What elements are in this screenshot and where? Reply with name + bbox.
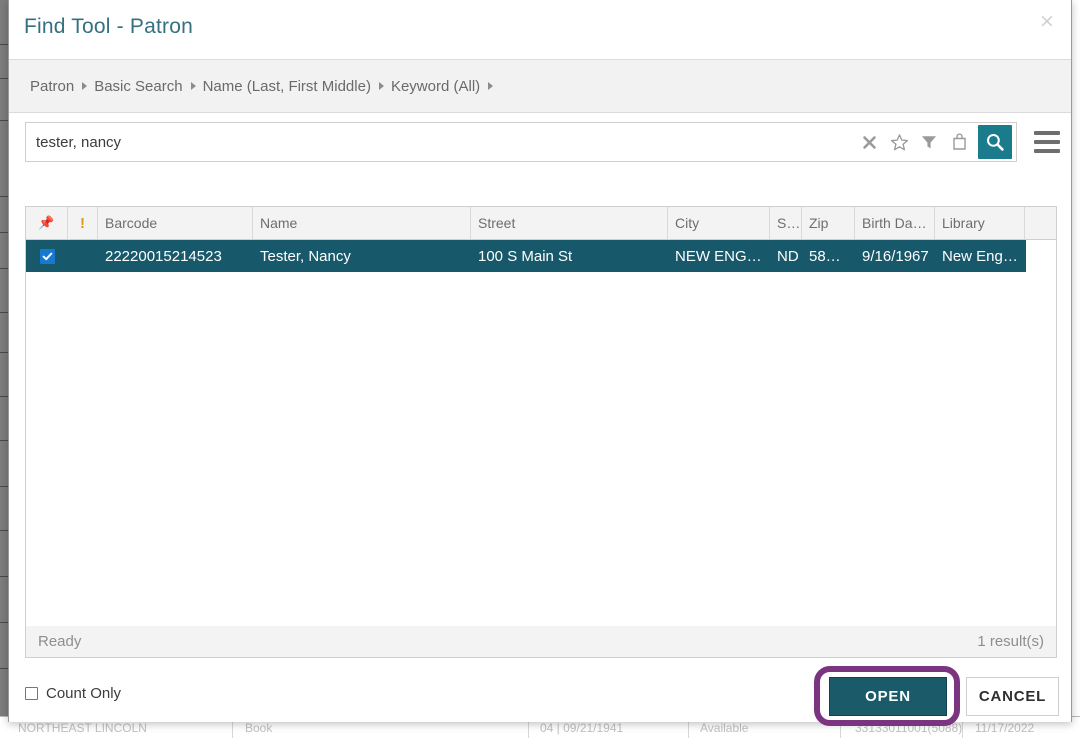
count-only-label: Count Only [46, 685, 122, 702]
grid-status-bar: Ready 1 result(s) [25, 626, 1057, 658]
row-select-cell[interactable] [26, 240, 68, 272]
chevron-right-icon [190, 82, 196, 90]
row-cell-barcode: 22220015214523 [105, 247, 222, 265]
grid-body: 22220015214523 Tester, Nancy 100 S Main … [26, 240, 1056, 657]
column-header-library[interactable]: Library [935, 207, 1025, 239]
breadcrumb-label: Patron [30, 77, 75, 95]
bag-icon[interactable] [944, 123, 974, 161]
column-header-street[interactable]: Street [471, 207, 668, 239]
favorite-star-icon[interactable] [884, 123, 914, 161]
bg-cell-detail: 04 | 09/21/1941 [540, 721, 624, 735]
cancel-button[interactable]: CANCEL [966, 677, 1059, 716]
results-grid: 📌 ! Barcode Name Street City S… Zip Birt… [25, 206, 1057, 658]
result-count: 1 result(s) [977, 633, 1044, 650]
background-left-row-lines [0, 0, 8, 738]
close-icon[interactable]: × [1035, 10, 1059, 34]
column-header-city[interactable]: City [668, 207, 770, 239]
breadcrumb-item-keyword[interactable]: Keyword (All) [390, 77, 494, 95]
search-row [9, 113, 1071, 171]
column-header-pin[interactable]: 📌 [26, 207, 68, 239]
row-cell-city: NEW ENG… [675, 247, 762, 265]
column-header-alert[interactable]: ! [68, 207, 98, 239]
column-header-extra[interactable] [1025, 207, 1056, 239]
chevron-right-icon [82, 82, 88, 90]
column-header-name[interactable]: Name [253, 207, 471, 239]
clear-icon[interactable] [854, 123, 884, 161]
search-box [25, 122, 1017, 162]
open-button[interactable]: OPEN [829, 677, 947, 716]
column-header-zip[interactable]: Zip [802, 207, 855, 239]
column-header-state[interactable]: S… [770, 207, 802, 239]
bg-cell-status: Available [700, 721, 749, 735]
pin-icon: 📌 [38, 215, 55, 230]
hamburger-menu-icon[interactable] [1034, 131, 1060, 153]
filter-icon[interactable] [914, 123, 944, 161]
dialog-titlebar: Find Tool - Patron × [9, 0, 1071, 60]
bg-cell-location: NORTHEAST LINCOLN [18, 721, 147, 735]
row-cell-street: 100 S Main St [478, 247, 573, 265]
search-icon[interactable] [978, 125, 1012, 159]
breadcrumb-item-patron[interactable]: Patron [30, 77, 88, 95]
row-cell-zip: 58… [809, 247, 841, 265]
grid-header-row: 📌 ! Barcode Name Street City S… Zip Birt… [26, 207, 1056, 240]
find-tool-dialog: Find Tool - Patron × Patron Basic Search… [8, 0, 1072, 726]
bg-cell-date: 11/17/2022 [975, 721, 1035, 735]
row-cell-library: New Eng… [942, 247, 1018, 265]
row-alert-cell [68, 240, 98, 272]
row-cell-name: Tester, Nancy [260, 247, 351, 265]
breadcrumb-label: Keyword (All) [390, 77, 481, 95]
chevron-right-icon [378, 82, 384, 90]
search-icon-group [854, 123, 1016, 161]
chevron-right-icon [488, 82, 494, 90]
status-text: Ready [38, 633, 82, 650]
breadcrumb-label: Name (Last, First Middle) [202, 77, 371, 95]
search-input[interactable] [26, 123, 854, 161]
column-header-barcode[interactable]: Barcode [98, 207, 253, 239]
bg-cell-type: Book [245, 721, 273, 735]
breadcrumb-item-name[interactable]: Name (Last, First Middle) [203, 78, 384, 95]
table-row[interactable]: 22220015214523 Tester, Nancy 100 S Main … [26, 240, 1026, 272]
row-cell-birth-date: 9/16/1967 [862, 247, 929, 265]
breadcrumb: Patron Basic Search Name (Last, First Mi… [9, 60, 1071, 113]
breadcrumb-item-basic-search[interactable]: Basic Search [94, 77, 196, 95]
alert-icon: ! [80, 214, 85, 232]
row-checkbox[interactable] [39, 248, 55, 264]
screen-root: NORTHEAST LINCOLN Book 04 | 09/21/1941 A… [0, 0, 1080, 738]
row-cell-state: ND [777, 247, 799, 265]
column-header-birth-date[interactable]: Birth Da… [855, 207, 935, 239]
breadcrumb-label: Basic Search [94, 77, 183, 95]
dialog-title: Find Tool - Patron [24, 15, 193, 38]
count-only-checkbox[interactable]: Count Only [25, 685, 121, 702]
checkbox-box[interactable] [25, 687, 38, 700]
